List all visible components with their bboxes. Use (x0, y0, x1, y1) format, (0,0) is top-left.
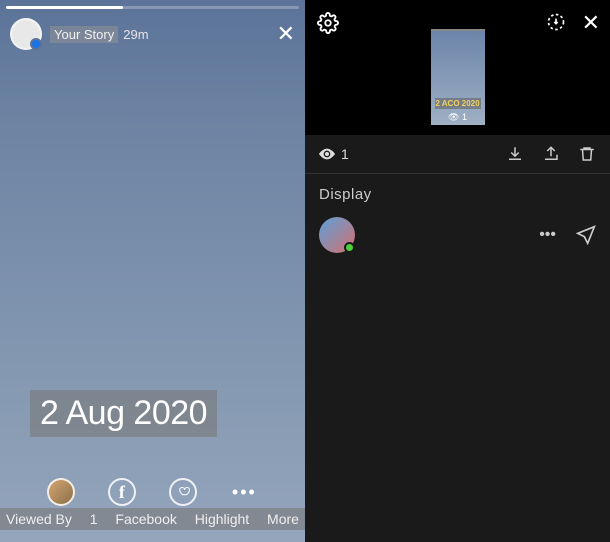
footer-labels: Viewed By 1 Facebook Highlight More (0, 508, 305, 530)
save-story-icon[interactable] (546, 12, 566, 32)
story-time-label: 29m (123, 27, 148, 42)
viewer-avatar-icon[interactable] (47, 478, 75, 506)
viewer-actions: ••• (539, 225, 596, 245)
your-avatar[interactable] (10, 18, 42, 50)
avatar-add-badge (30, 38, 42, 50)
view-count-label: 1 (90, 511, 98, 527)
eye-icon (319, 148, 335, 160)
story-progress (6, 6, 299, 9)
viewers-section-label: Display (305, 174, 610, 213)
viewers-info-row: 1 (305, 135, 610, 174)
close-button[interactable]: ✕ (582, 10, 600, 36)
highlight-label: Highlight (195, 511, 249, 527)
viewer-row: ••• (305, 213, 610, 257)
footer-actions: f ••• (0, 472, 305, 508)
facebook-icon[interactable]: f (108, 478, 136, 506)
viewers-top-bar: ✕ 2 ACO 2020 👁 1 (305, 0, 610, 135)
total-views: 1 (319, 146, 349, 162)
viewer-avatar[interactable] (319, 217, 355, 253)
facebook-label: Facebook (115, 511, 176, 527)
thumb-view-count: 👁 1 (431, 112, 485, 123)
close-button[interactable]: ✕ (277, 21, 295, 47)
more-icon[interactable]: ••• (230, 478, 258, 506)
thumb-date-label: 2 ACO 2020 (435, 98, 481, 109)
viewed-by-label: Viewed By (6, 511, 72, 527)
share-icon[interactable] (542, 145, 560, 163)
story-date-sticker: 2 Aug 2020 (30, 390, 217, 437)
settings-icon[interactable] (317, 12, 339, 34)
story-viewers-panel: ✕ 2 ACO 2020 👁 1 1 Display ••• (305, 0, 610, 542)
story-owner-label: Your Story (50, 26, 118, 43)
story-actions (506, 145, 596, 163)
viewer-more-icon[interactable]: ••• (539, 226, 556, 244)
story-progress-fill (6, 6, 123, 9)
story-thumbnail[interactable]: 2 ACO 2020 👁 1 (431, 29, 485, 125)
view-count-value: 1 (341, 146, 349, 162)
highlight-icon[interactable] (169, 478, 197, 506)
story-view-panel: Your Story 29m ✕ 2 Aug 2020 f ••• Viewed… (0, 0, 305, 542)
download-icon[interactable] (506, 145, 524, 163)
online-indicator (344, 242, 355, 253)
more-label: More (267, 511, 299, 527)
send-message-icon[interactable] (576, 225, 596, 245)
delete-icon[interactable] (578, 145, 596, 163)
story-footer: f ••• Viewed By 1 Facebook Highlight Mor… (0, 472, 305, 542)
